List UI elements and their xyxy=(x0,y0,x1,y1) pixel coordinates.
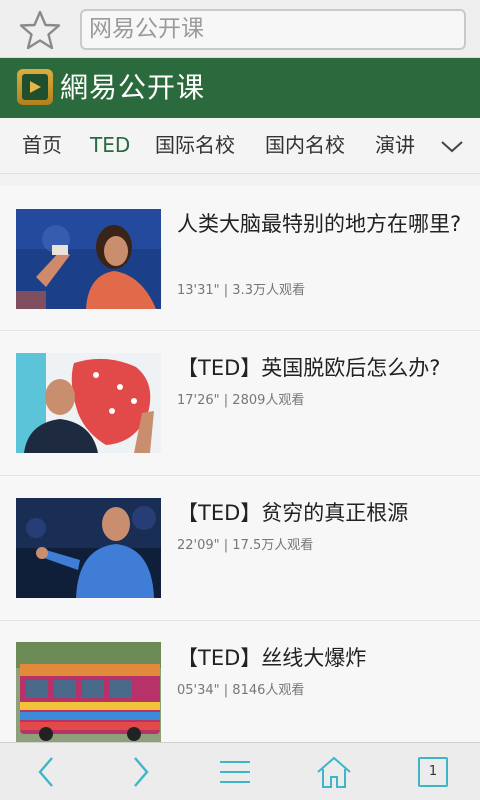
video-views: 17.5万人观看 xyxy=(232,538,314,553)
video-meta: 22'09" | 17.5万人观看 xyxy=(177,534,313,553)
tab-speeches[interactable]: 演讲 xyxy=(375,118,415,174)
video-duration: 13'31" xyxy=(177,283,220,298)
video-thumbnail[interactable] xyxy=(16,209,161,309)
tab-domestic-schools[interactable]: 国内名校 xyxy=(265,118,345,174)
video-duration: 22'09" xyxy=(177,538,220,553)
video-meta: 13'31" | 3.3万人观看 xyxy=(177,279,305,298)
video-title[interactable]: 【TED】英国脱欧后怎么办? xyxy=(177,351,467,385)
address-bar[interactable]: 网易公开课 xyxy=(80,9,466,50)
video-title[interactable]: 【TED】贫穷的真正根源 xyxy=(177,496,467,530)
tab-international-schools[interactable]: 国际名校 xyxy=(155,118,235,174)
browser-bottom-bar: 1 xyxy=(0,742,480,800)
video-title[interactable]: 人类大脑最特别的地方在哪里? xyxy=(177,207,467,241)
video-duration: 17'26" xyxy=(177,393,220,408)
play-logo-icon xyxy=(17,69,53,105)
tab-home[interactable]: 首页 xyxy=(22,118,62,174)
video-thumbnail[interactable] xyxy=(16,642,161,742)
category-tabs: 首页 TED 国际名校 国内名校 演讲 xyxy=(0,118,480,174)
list-item[interactable]: 人类大脑最特别的地方在哪里? 13'31" | 3.3万人观看 xyxy=(0,186,480,331)
forward-icon[interactable] xyxy=(114,749,166,795)
bookmark-star-icon[interactable] xyxy=(16,8,64,52)
browser-top-bar: 网易公开课 xyxy=(0,0,480,58)
video-thumbnail[interactable] xyxy=(16,353,161,453)
menu-icon[interactable] xyxy=(209,749,261,795)
video-meta: 17'26" | 2809人观看 xyxy=(177,389,304,408)
tab-count-badge: 1 xyxy=(418,757,448,787)
tab-ted[interactable]: TED xyxy=(90,118,130,174)
back-icon[interactable] xyxy=(21,749,73,795)
video-views: 2809人观看 xyxy=(232,393,305,408)
brand-title: 網易公开课 xyxy=(60,71,206,104)
video-duration: 05'34" xyxy=(177,683,220,698)
list-item[interactable]: 【TED】贫穷的真正根源 22'09" | 17.5万人观看 xyxy=(0,476,480,621)
tabs-count-button[interactable]: 1 xyxy=(407,749,459,795)
video-thumbnail[interactable] xyxy=(16,498,161,598)
list-item[interactable]: 【TED】英国脱欧后怎么办? 17'26" | 2809人观看 xyxy=(0,331,480,476)
video-title[interactable]: 【TED】丝线大爆炸 xyxy=(177,641,467,675)
home-icon[interactable] xyxy=(308,749,360,795)
app-header: 網易公开课 xyxy=(0,58,480,118)
video-views: 8146人观看 xyxy=(232,683,305,698)
video-meta: 05'34" | 8146人观看 xyxy=(177,679,304,698)
chevron-down-icon[interactable] xyxy=(436,130,468,162)
video-views: 3.3万人观看 xyxy=(232,283,305,298)
